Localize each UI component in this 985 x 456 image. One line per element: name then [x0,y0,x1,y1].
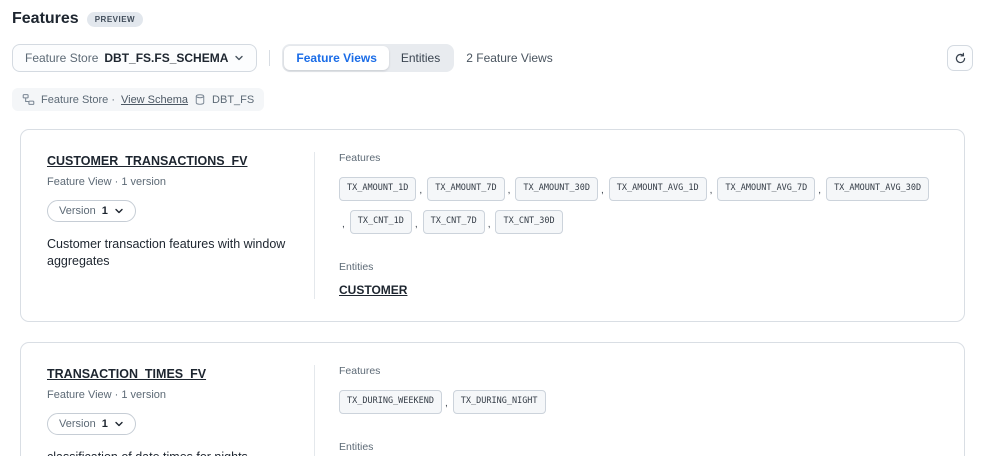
chip-separator: , [508,185,511,196]
entities-label: Entities [339,261,938,273]
card-summary: TRANSACTION_TIMES_FV Feature View · 1 ve… [47,365,315,456]
features-label: Features [339,365,938,377]
feature-store-value: DBT_FS.FS_SCHEMA [104,51,228,65]
feature-chip: TX_CNT_7D [423,210,485,234]
preview-badge: PREVIEW [87,12,143,27]
breadcrumb: Feature Store · View Schema DBT_FS [12,88,264,111]
version-value: 1 [102,418,108,430]
feature-chip: TX_CNT_30D [495,210,562,234]
feature-view-description: Customer transaction features with windo… [47,236,292,270]
version-label: Version [59,205,96,217]
version-selector[interactable]: Version 1 [47,200,136,222]
feature-views-count: 2 Feature Views [466,51,553,65]
feature-chip: TX_AMOUNT_AVG_1D [609,177,707,201]
chip-separator: , [818,185,821,196]
feature-chip: TX_AMOUNT_7D [427,177,504,201]
breadcrumb-prefix: Feature Store · [41,94,115,106]
tab-feature-views[interactable]: Feature Views [284,46,388,70]
feature-chip: TX_DURING_WEEKEND [339,390,442,414]
chevron-down-icon [234,53,244,63]
feature-chip: TX_AMOUNT_AVG_7D [717,177,815,201]
feature-view-meta: Feature View · 1 version [47,389,292,401]
toolbar-divider [269,50,270,66]
feature-view-meta: Feature View · 1 version [47,176,292,188]
feature-view-link[interactable]: TRANSACTION_TIMES_FV [47,367,206,381]
entities-label: Entities [339,441,938,453]
feature-chip: TX_DURING_NIGHT [453,390,546,414]
feature-chip: TX_AMOUNT_AVG_30D [826,177,929,201]
entities-block: Entities CUSTOMER [339,261,938,299]
features-label: Features [339,152,938,164]
feature-view-list: CUSTOMER_TRANSACTIONS_FV Feature View · … [12,129,973,456]
page-title: Features [12,10,79,28]
feature-store-label: Feature Store [25,51,98,65]
feature-view-link[interactable]: CUSTOMER_TRANSACTIONS_FV [47,154,247,168]
feature-view-card: CUSTOMER_TRANSACTIONS_FV Feature View · … [20,129,965,322]
chip-separator: , [415,219,418,230]
feature-chips: TX_DURING_WEEKEND, TX_DURING_NIGHT [339,385,938,419]
chevron-down-icon [114,419,124,429]
chip-separator: , [445,398,448,409]
feature-chips: TX_AMOUNT_1D,TX_AMOUNT_7D,TX_AMOUNT_30D,… [339,172,938,239]
version-label: Version [59,418,96,430]
feature-view-card: TRANSACTION_TIMES_FV Feature View · 1 ve… [20,342,965,456]
page-header: Features PREVIEW [12,10,973,28]
entity-links: CUSTOMER [339,281,938,299]
refresh-button[interactable] [947,45,973,71]
version-selector[interactable]: Version 1 [47,413,136,435]
features-page: Features PREVIEW Feature Store DBT_FS.FS… [0,0,985,456]
card-summary: CUSTOMER_TRANSACTIONS_FV Feature View · … [47,152,315,299]
chip-separator: , [342,219,345,230]
database-icon [194,93,206,106]
chip-separator: , [419,185,422,196]
tab-entities[interactable]: Entities [389,46,452,70]
card-details: Features TX_DURING_WEEKEND, TX_DURING_NIG… [315,365,938,456]
schema-icon [22,93,35,106]
entities-block: Entities TRANSACTION [339,441,938,456]
card-details: Features TX_AMOUNT_1D,TX_AMOUNT_7D,TX_AM… [315,152,938,299]
view-switcher: Feature Views Entities [282,44,454,72]
breadcrumb-database: DBT_FS [212,94,254,106]
version-value: 1 [102,205,108,217]
chip-separator: , [601,185,604,196]
chip-separator: , [488,219,491,230]
toolbar: Feature Store DBT_FS.FS_SCHEMA Feature V… [12,44,973,72]
refresh-icon [954,52,967,65]
chip-separator: , [710,185,713,196]
feature-chip: TX_AMOUNT_30D [515,177,598,201]
entity-link[interactable]: CUSTOMER [339,283,407,297]
view-schema-link[interactable]: View Schema [121,94,188,106]
feature-chip: TX_AMOUNT_1D [339,177,416,201]
feature-store-dropdown[interactable]: Feature Store DBT_FS.FS_SCHEMA [12,44,257,72]
chevron-down-icon [114,206,124,216]
feature-view-description: classification of date times for nights … [47,449,292,456]
feature-chip: TX_CNT_1D [350,210,412,234]
